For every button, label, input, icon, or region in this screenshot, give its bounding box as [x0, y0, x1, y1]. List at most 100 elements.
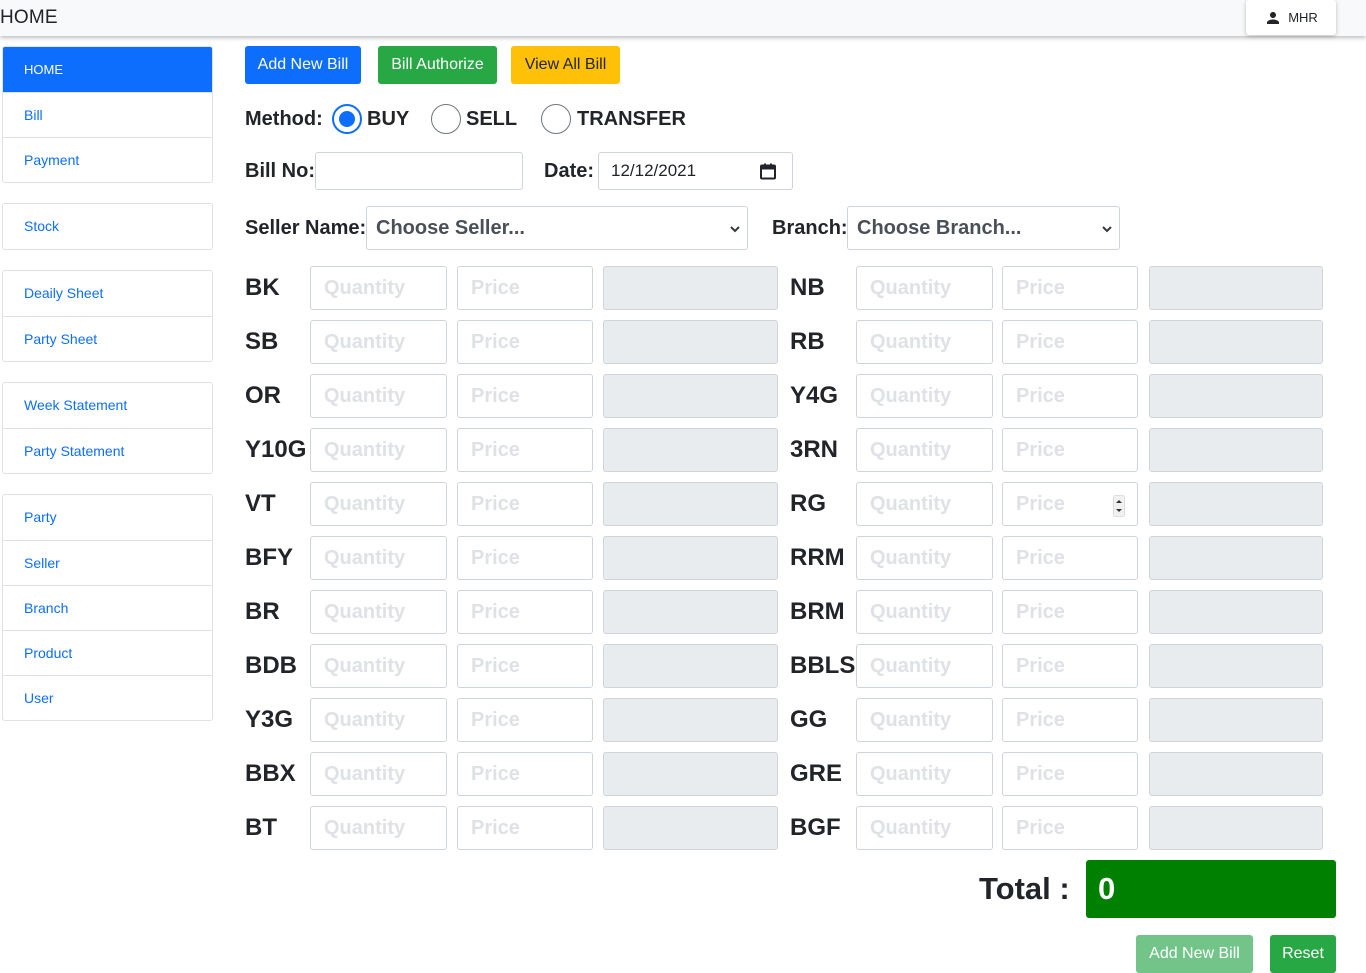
price-input-vt[interactable]: Price: [457, 482, 593, 526]
sidebar-item-product[interactable]: Product: [3, 630, 212, 675]
line-total-br: [603, 590, 778, 634]
top-navbar: HOME MHR: [0, 0, 1366, 36]
sidebar-item-party-statement[interactable]: Party Statement: [3, 428, 212, 473]
price-input-rg[interactable]: Price: [1002, 482, 1138, 526]
price-input-bbls[interactable]: Price: [1002, 644, 1138, 688]
quantity-input-sb[interactable]: Quantity: [310, 320, 447, 364]
bill-no-input[interactable]: [315, 152, 523, 190]
seller-selected: Choose Seller...: [376, 216, 525, 239]
price-input-nb[interactable]: Price: [1002, 266, 1138, 310]
sidebar-item-week-statement[interactable]: Week Statement: [3, 383, 212, 428]
price-input-or[interactable]: Price: [457, 374, 593, 418]
date-label: Date:: [544, 160, 595, 182]
sidebar-item-seller[interactable]: Seller: [3, 540, 212, 585]
total-value: 0: [1086, 860, 1336, 918]
view-all-bill-button[interactable]: View All Bill: [511, 46, 620, 84]
quantity-input-bgf[interactable]: Quantity: [856, 806, 993, 850]
date-value: 12/12/2021: [611, 161, 697, 180]
quantity-input-bbx[interactable]: Quantity: [310, 752, 447, 796]
price-input-bgf[interactable]: Price: [1002, 806, 1138, 850]
submit-add-new-bill-button[interactable]: Add New Bill: [1136, 935, 1253, 973]
branch-select[interactable]: Choose Branch...: [847, 206, 1120, 250]
sidebar-item-branch[interactable]: Branch: [3, 585, 212, 630]
user-menu-button[interactable]: MHR: [1246, 0, 1336, 35]
product-label-bdb: BDB: [245, 652, 297, 679]
price-placeholder: Price: [471, 762, 520, 785]
product-label-rg: RG: [790, 490, 826, 517]
price-input-y3g[interactable]: Price: [457, 698, 593, 742]
sidebar-item-stock[interactable]: Stock: [3, 204, 212, 249]
user-name: MHR: [1288, 10, 1318, 25]
sidebar-item-bill[interactable]: Bill: [3, 92, 212, 137]
product-label-nb: NB: [790, 274, 825, 301]
quantity-input-rb[interactable]: Quantity: [856, 320, 993, 364]
sidebar: HOME Bill Payment Stock Deaily Sheet Party Sh…: [2, 46, 213, 741]
price-input-brm[interactable]: Price: [1002, 590, 1138, 634]
line-total-bbls: [1149, 644, 1323, 688]
price-input-bk[interactable]: Price: [457, 266, 593, 310]
price-placeholder: Price: [471, 492, 520, 515]
line-total-gg: [1149, 698, 1323, 742]
price-input-y10g[interactable]: Price: [457, 428, 593, 472]
quantity-input-3rn[interactable]: Quantity: [856, 428, 993, 472]
price-input-bbx[interactable]: Price: [457, 752, 593, 796]
line-total-bk: [603, 266, 778, 310]
quantity-input-gg[interactable]: Quantity: [856, 698, 993, 742]
bill-authorize-button[interactable]: Bill Authorize: [378, 46, 497, 84]
calendar-icon[interactable]: [760, 163, 776, 180]
line-total-bgf: [1149, 806, 1323, 850]
price-input-gg[interactable]: Price: [1002, 698, 1138, 742]
quantity-input-gre[interactable]: Quantity: [856, 752, 993, 796]
price-input-gre[interactable]: Price: [1002, 752, 1138, 796]
date-input[interactable]: 12/12/2021: [598, 152, 793, 190]
sidebar-item-user[interactable]: User: [3, 675, 212, 720]
line-total-or: [603, 374, 778, 418]
quantity-input-bdb[interactable]: Quantity: [310, 644, 447, 688]
price-input-sb[interactable]: Price: [457, 320, 593, 364]
price-input-3rn[interactable]: Price: [1002, 428, 1138, 472]
quantity-input-y10g[interactable]: Quantity: [310, 428, 447, 472]
product-label-bt: BT: [245, 814, 277, 841]
quantity-input-br[interactable]: Quantity: [310, 590, 447, 634]
sidebar-item-party-sheet[interactable]: Party Sheet: [3, 316, 212, 361]
sidebar-item-payment[interactable]: Payment: [3, 137, 212, 182]
quantity-input-bt[interactable]: Quantity: [310, 806, 447, 850]
line-total-3rn: [1149, 428, 1323, 472]
sidebar-item-party[interactable]: Party: [3, 495, 212, 540]
quantity-input-vt[interactable]: Quantity: [310, 482, 447, 526]
quantity-input-or[interactable]: Quantity: [310, 374, 447, 418]
radio-transfer[interactable]: [541, 104, 571, 134]
quantity-input-y4g[interactable]: Quantity: [856, 374, 993, 418]
quantity-input-y3g[interactable]: Quantity: [310, 698, 447, 742]
price-input-bt[interactable]: Price: [457, 806, 593, 850]
price-input-rrm[interactable]: Price: [1002, 536, 1138, 580]
price-input-y4g[interactable]: Price: [1002, 374, 1138, 418]
reset-button[interactable]: Reset: [1270, 935, 1336, 973]
quantity-input-nb[interactable]: Quantity: [856, 266, 993, 310]
price-input-br[interactable]: Price: [457, 590, 593, 634]
product-label-sb: SB: [245, 328, 279, 355]
line-total-bt: [603, 806, 778, 850]
sidebar-item-home[interactable]: HOME: [3, 47, 212, 92]
price-input-rb[interactable]: Price: [1002, 320, 1138, 364]
price-placeholder: Price: [471, 438, 520, 461]
line-total-sb: [603, 320, 778, 364]
product-label-y10g: Y10G: [245, 436, 307, 463]
product-label-rrm: RRM: [790, 544, 845, 571]
price-input-bdb[interactable]: Price: [457, 644, 593, 688]
radio-buy[interactable]: [332, 104, 362, 134]
quantity-input-rg[interactable]: Quantity: [856, 482, 993, 526]
add-new-bill-button[interactable]: Add New Bill: [245, 46, 361, 84]
product-label-gg: GG: [790, 706, 828, 733]
quantity-input-bbls[interactable]: Quantity: [856, 644, 993, 688]
sidebar-item-deaily-sheet[interactable]: Deaily Sheet: [3, 271, 212, 316]
quantity-input-rrm[interactable]: Quantity: [856, 536, 993, 580]
number-spinner-icon[interactable]: [1113, 495, 1125, 517]
radio-sell[interactable]: [431, 104, 461, 134]
price-placeholder: Price: [1016, 276, 1065, 299]
seller-select[interactable]: Choose Seller...: [366, 206, 748, 250]
quantity-input-brm[interactable]: Quantity: [856, 590, 993, 634]
quantity-input-bfy[interactable]: Quantity: [310, 536, 447, 580]
price-input-bfy[interactable]: Price: [457, 536, 593, 580]
quantity-input-bk[interactable]: Quantity: [310, 266, 447, 310]
